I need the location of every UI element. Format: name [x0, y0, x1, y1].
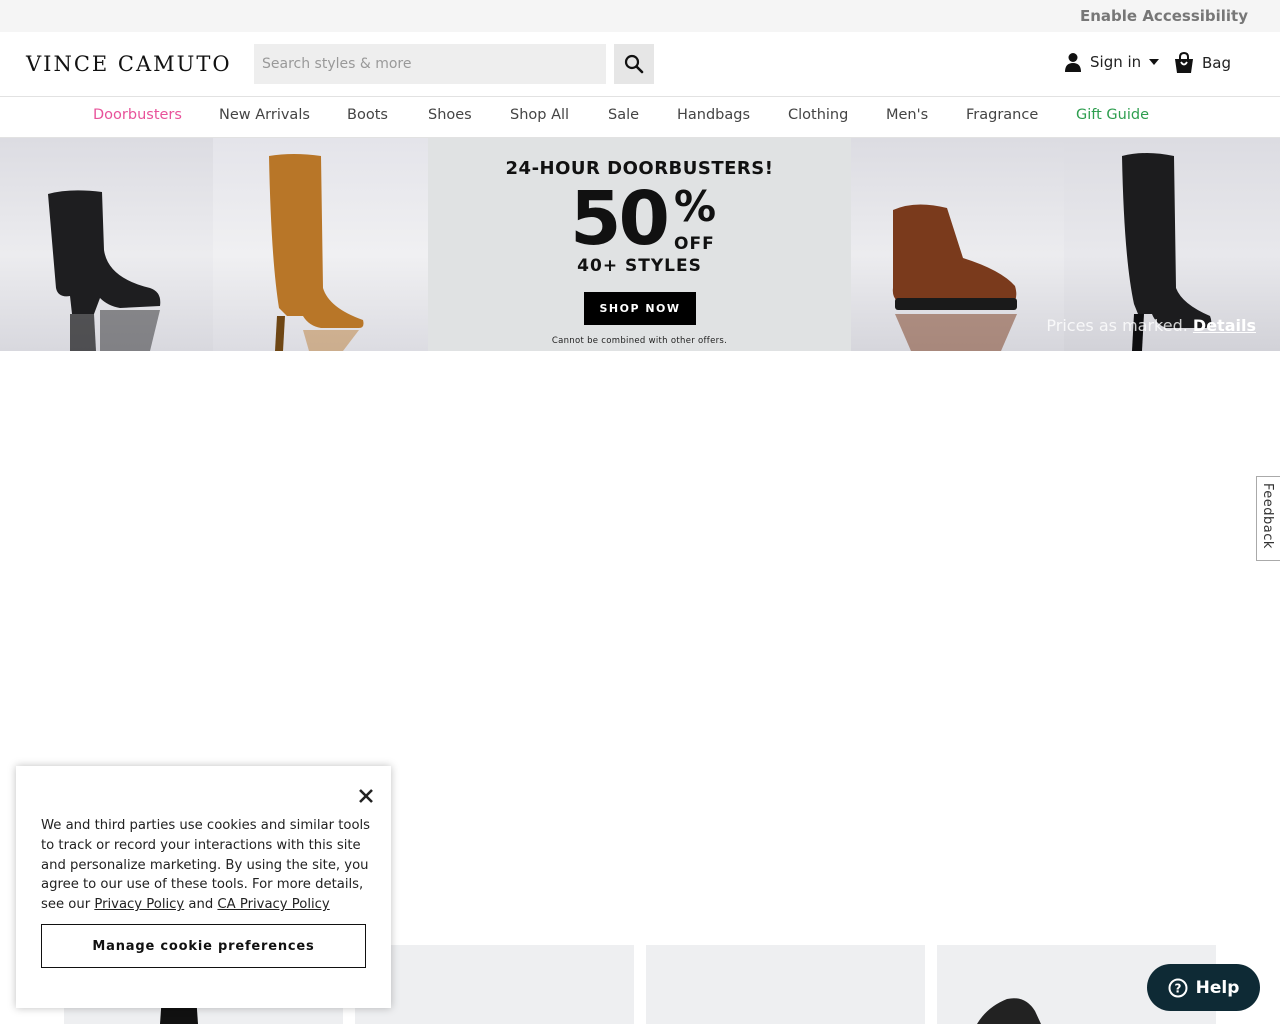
promo-panel[interactable]: 24-HOUR DOORBUSTERS! 50 % OFF 40+ STYLES…	[428, 138, 851, 351]
caret-down-icon	[1149, 59, 1160, 65]
feedback-tab[interactable]: Feedback	[1256, 476, 1280, 561]
ca-privacy-policy-link[interactable]: CA Privacy Policy	[217, 897, 329, 912]
help-icon: ?	[1168, 978, 1188, 997]
nav-gift-guide[interactable]: Gift Guide	[1076, 107, 1149, 123]
shop-now-button[interactable]: SHOP NOW	[584, 292, 696, 325]
hero-image-cognac-tall-boot	[213, 138, 428, 351]
privacy-policy-link[interactable]: Privacy Policy	[94, 897, 184, 912]
promo-percent-sign: %	[674, 182, 717, 231]
nav-shop-all[interactable]: Shop All	[510, 107, 569, 123]
hero-image-brown-lace-up-boot	[851, 138, 1064, 351]
cookie-message: We and third parties use cookies and sim…	[41, 816, 373, 915]
cookie-and-text: and	[184, 897, 218, 913]
search-input[interactable]	[254, 44, 606, 84]
details-link[interactable]: Details	[1193, 316, 1256, 335]
site-header: VINCE CAMUTO Sign in Bag	[0, 32, 1280, 97]
nav-handbags[interactable]: Handbags	[677, 107, 750, 123]
nav-mens[interactable]: Men's	[886, 107, 928, 123]
product-tile[interactable]	[355, 945, 634, 1024]
feedback-label: Feedback	[1260, 483, 1275, 549]
utility-bar: Enable Accessibility	[0, 0, 1280, 32]
svg-text:?: ?	[1174, 981, 1181, 995]
prices-disclaimer: Prices as marked. Details	[1046, 316, 1256, 335]
promo-styles-count: 40+ STYLES	[577, 256, 702, 276]
nav-new-arrivals[interactable]: New Arrivals	[219, 107, 310, 123]
promo-off-label: OFF	[674, 234, 715, 254]
sign-in-menu[interactable]: Sign in	[1064, 52, 1160, 72]
enable-accessibility-link[interactable]: Enable Accessibility	[1080, 7, 1248, 25]
promo-fine-print: Cannot be combined with other offers.	[551, 336, 728, 346]
promo-discount-number: 50	[570, 176, 670, 262]
close-icon[interactable]	[356, 786, 376, 806]
help-button[interactable]: ? Help	[1147, 964, 1260, 1011]
manage-cookie-preferences-button[interactable]: Manage cookie preferences	[41, 924, 366, 968]
main-navigation: Doorbusters New Arrivals Boots Shoes Sho…	[0, 97, 1280, 138]
sign-in-label: Sign in	[1090, 53, 1142, 71]
nav-clothing[interactable]: Clothing	[788, 107, 848, 123]
nav-shoes[interactable]: Shoes	[428, 107, 472, 123]
nav-boots[interactable]: Boots	[347, 107, 388, 123]
hero-banner[interactable]: 24-HOUR DOORBUSTERS! 50 % OFF 40+ STYLES…	[0, 138, 1280, 351]
brand-logo[interactable]: VINCE CAMUTO	[26, 52, 232, 76]
nav-sale[interactable]: Sale	[608, 107, 639, 123]
prices-as-marked-text: Prices as marked.	[1046, 316, 1188, 335]
hero-image-black-ankle-boot	[0, 138, 213, 351]
search-icon	[624, 54, 644, 74]
bag-link[interactable]: Bag	[1174, 52, 1231, 74]
product-tile[interactable]	[646, 945, 925, 1024]
help-label: Help	[1195, 977, 1240, 998]
cookie-consent-dialog: We and third parties use cookies and sim…	[16, 766, 391, 1008]
shopping-bag-icon	[1175, 52, 1193, 73]
bag-label: Bag	[1202, 54, 1232, 72]
user-icon	[1065, 53, 1081, 72]
search-button[interactable]	[614, 44, 654, 84]
nav-fragrance[interactable]: Fragrance	[966, 107, 1038, 123]
nav-doorbusters[interactable]: Doorbusters	[93, 107, 182, 123]
